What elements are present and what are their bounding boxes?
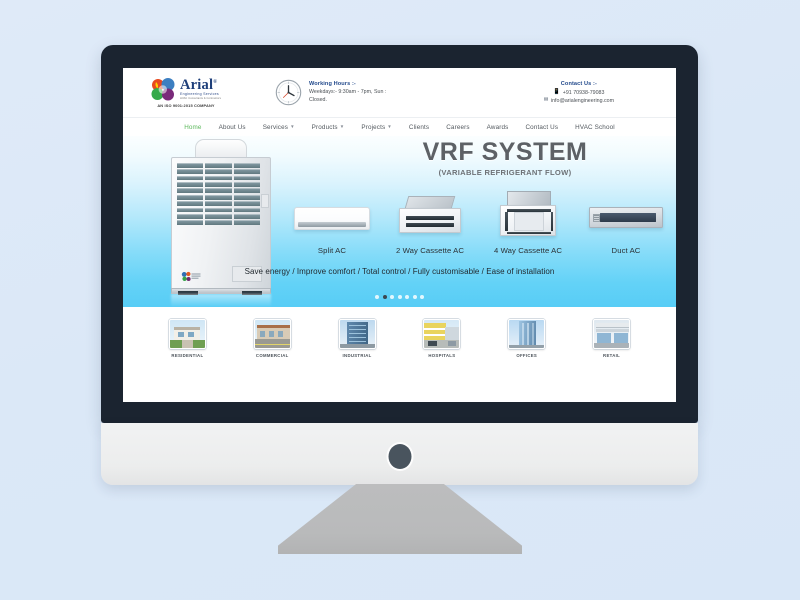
chevron-down-icon: ▼ xyxy=(387,123,392,129)
working-hours-line-2: Closed. xyxy=(309,96,327,103)
monitor-screen: Arial® Engineering Services HVAC Consult… xyxy=(123,68,676,402)
split-ac-icon xyxy=(285,188,379,241)
clock-icon xyxy=(275,79,302,106)
carousel-dot-6[interactable] xyxy=(412,295,417,299)
contact-title: Contact Us :- xyxy=(560,80,597,87)
carousel-dot-5[interactable] xyxy=(405,295,409,299)
two-way-cassette-ac-icon xyxy=(383,188,477,241)
vrf-louver-grille xyxy=(177,163,260,225)
category-label: OFFICES xyxy=(516,352,538,358)
vrf-outdoor-unit xyxy=(169,139,273,307)
hero-product-row: Split AC 2 Way Cassette AC 4 Way Cassett… xyxy=(285,188,673,255)
office-skyscraper-thumbnail xyxy=(508,318,546,349)
product-4-way-cassette-ac[interactable]: 4 Way Cassette AC xyxy=(481,188,575,255)
carousel-dot-7[interactable] xyxy=(420,295,424,299)
site-header: Arial® Engineering Services HVAC Consult… xyxy=(123,68,676,117)
category-label: HOSPITALS xyxy=(428,352,456,358)
arial-logo-mark xyxy=(151,77,177,101)
phone-icon: 📱 xyxy=(553,88,561,95)
main-navigation: Home About Us Services ▼ Products ▼ Projec… xyxy=(123,117,676,136)
monitor-power-button[interactable] xyxy=(388,444,411,469)
nav-item-home[interactable]: Home xyxy=(184,124,201,131)
industrial-tower-thumbnail xyxy=(338,318,376,349)
monitor-chin xyxy=(101,423,698,485)
monitor-stand xyxy=(278,484,522,554)
contact-email: info@arialengineering.com xyxy=(550,97,614,104)
sector-category-row: RESIDENTIAL COMMERCIAL INDUSTRIAL HOSPIT… xyxy=(123,307,676,369)
product-2-way-cassette-ac[interactable]: 2 Way Cassette AC xyxy=(383,188,477,255)
nav-item-careers[interactable]: Careers xyxy=(446,124,469,131)
monitor-bezel: Arial® Engineering Services HVAC Consult… xyxy=(101,45,698,423)
product-duct-ac[interactable]: Duct AC xyxy=(579,188,673,255)
carousel-indicators xyxy=(123,295,676,299)
chevron-down-icon: ▼ xyxy=(339,123,345,129)
category-label: RESIDENTIAL xyxy=(171,352,204,358)
hospital-building-thumbnail xyxy=(423,318,461,349)
residential-house-thumbnail xyxy=(168,318,206,349)
working-hours-title: Working Hours :- xyxy=(309,81,356,88)
carousel-dot-2[interactable] xyxy=(382,295,387,299)
chevron-down-icon: ▼ xyxy=(290,123,295,129)
nav-item-awards[interactable]: Awards xyxy=(487,124,509,131)
nav-item-hvac-school[interactable]: HVAC School xyxy=(575,124,615,131)
hero-subtitle: (VARIABLE REFRIGERANT FLOW) xyxy=(438,167,572,177)
hero-title-block: VRF SYSTEM (VARIABLE REFRIGERANT FLOW) xyxy=(355,138,655,177)
nav-item-services[interactable]: Services ▼ xyxy=(263,124,295,131)
hero-tagline: Save energy / Improve comfort / Total co… xyxy=(244,267,555,276)
category-residential[interactable]: RESIDENTIAL xyxy=(156,318,218,358)
contact-phone-row[interactable]: 📱 +91 70938-79083 xyxy=(544,89,614,97)
retail-storefront-thumbnail xyxy=(593,318,631,349)
nav-item-about-us[interactable]: About Us xyxy=(219,124,246,131)
nav-item-clients[interactable]: Clients xyxy=(409,124,429,131)
nav-item-projects[interactable]: Projects ▼ xyxy=(361,124,392,131)
nav-item-products[interactable]: Products ▼ xyxy=(312,124,345,131)
category-offices[interactable]: OFFICES xyxy=(496,318,558,358)
product-label: 2 Way Cassette AC xyxy=(395,246,465,255)
contact-block: Contact Us :- 📱 +91 70938-79083 ✉ info@a… xyxy=(544,80,614,105)
carousel-dot-3[interactable] xyxy=(390,295,394,299)
hero-title: VRF SYSTEM xyxy=(422,138,588,166)
category-label: COMMERCIAL xyxy=(255,352,289,358)
four-way-cassette-ac-icon xyxy=(481,188,575,241)
carousel-dot-1[interactable] xyxy=(375,295,379,299)
logo-name: Arial® xyxy=(179,76,218,93)
logo-iso-line: AN ISO 9001:2015 COMPANY xyxy=(157,102,215,108)
logo-tagline-secondary: HVAC Consultants & Contractors xyxy=(179,96,221,100)
working-hours-line-1: Weekdays:- 9:30am - 7pm, Sun : xyxy=(309,88,387,95)
category-retail[interactable]: RETAIL xyxy=(581,318,643,358)
product-split-ac[interactable]: Split AC xyxy=(285,188,379,255)
envelope-icon: ✉ xyxy=(543,97,549,104)
hero-carousel-slide: VRF SYSTEM (VARIABLE REFRIGERANT FLOW) S… xyxy=(123,136,676,307)
carousel-dot-4[interactable] xyxy=(397,295,402,299)
product-label: 4 Way Cassette AC xyxy=(493,246,563,255)
category-industrial[interactable]: INDUSTRIAL xyxy=(326,318,388,358)
category-label: INDUSTRIAL xyxy=(342,352,372,358)
product-label: Split AC xyxy=(317,246,347,255)
category-commercial[interactable]: COMMERCIAL xyxy=(241,318,303,358)
duct-ac-icon xyxy=(579,188,673,241)
working-hours-block: Working Hours :- Weekdays:- 9:30am - 7pm… xyxy=(275,79,386,106)
category-hospitals[interactable]: HOSPITALS xyxy=(411,318,473,358)
vrf-top-cap xyxy=(195,139,247,159)
site-logo[interactable]: Arial® Engineering Services HVAC Consult… xyxy=(130,76,242,108)
nav-item-contact-us[interactable]: Contact Us xyxy=(525,124,558,131)
category-label: RETAIL xyxy=(603,352,621,358)
commercial-building-thumbnail xyxy=(253,318,291,349)
contact-email-row[interactable]: ✉ info@arialengineering.com xyxy=(544,97,614,105)
product-label: Duct AC xyxy=(611,246,641,255)
vrf-side-panel xyxy=(261,194,269,208)
contact-phone: +91 70938-79083 xyxy=(562,89,605,96)
